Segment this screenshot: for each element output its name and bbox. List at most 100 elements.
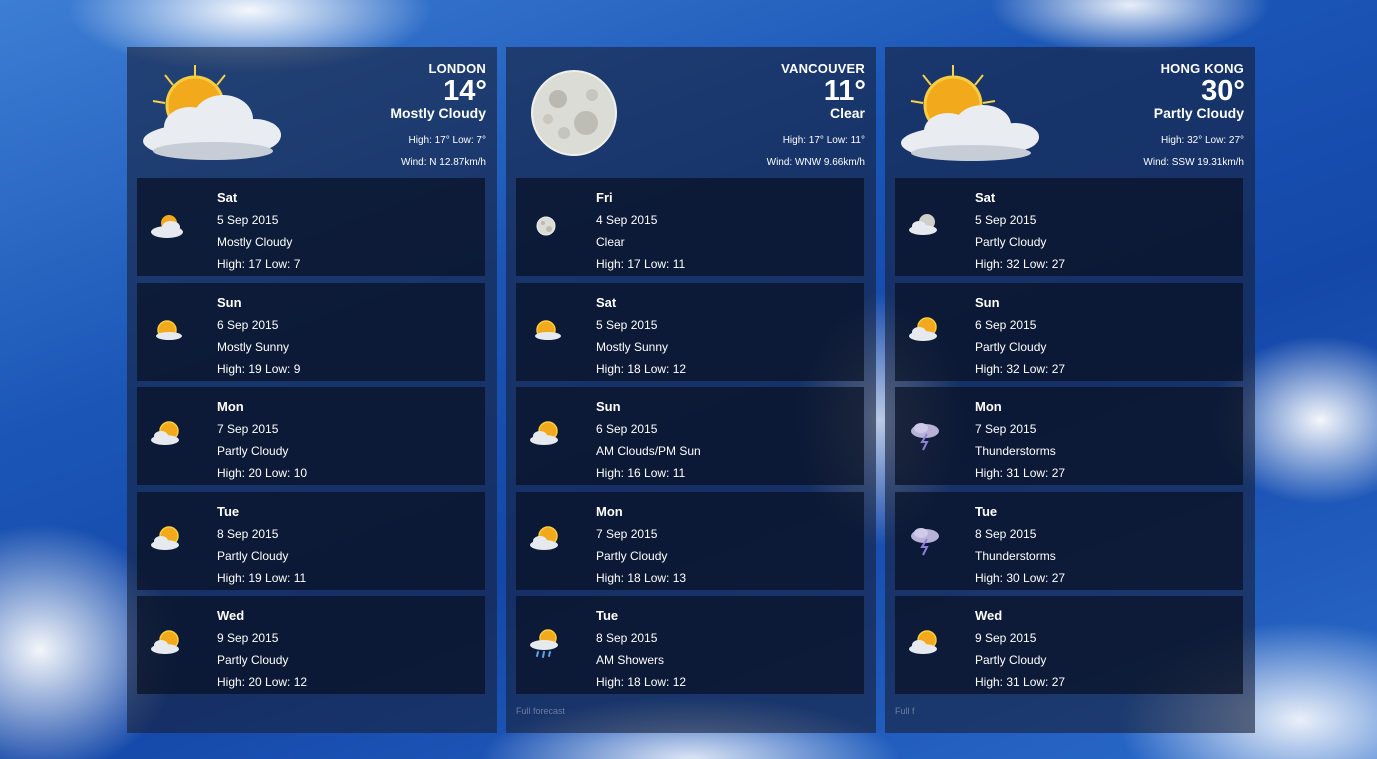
forecast-day-name: Sat: [975, 190, 996, 205]
forecast-day: Fri 4 Sep 2015 Clear High: 17 Low: 11: [516, 178, 864, 276]
current-condition: Mostly Cloudy: [390, 105, 486, 121]
partly-cloudy-icon: [909, 317, 937, 341]
forecast-day-name: Tue: [596, 608, 619, 623]
forecast-date: 8 Sep 2015: [217, 527, 279, 541]
forecast-high-low: High: 20 Low: 10: [217, 466, 308, 480]
forecast-high-low: High: 32 Low: 27: [975, 257, 1066, 271]
forecast-date: 7 Sep 2015: [975, 422, 1037, 436]
forecast-date: 8 Sep 2015: [975, 527, 1037, 541]
current-temperature: 30°: [1201, 75, 1245, 107]
forecast-day: Wed 9 Sep 2015 Partly Cloudy High: 20 Lo…: [137, 596, 485, 694]
forecast-date: 5 Sep 2015: [596, 318, 658, 332]
forecast-day-name: Sat: [217, 190, 238, 205]
forecast-date: 4 Sep 2015: [596, 213, 658, 227]
current-temperature: 14°: [443, 75, 487, 107]
forecast-date: 9 Sep 2015: [217, 631, 279, 645]
moon-icon: [531, 70, 617, 156]
forecast-day: Sat 5 Sep 2015 Mostly Sunny High: 18 Low…: [516, 283, 864, 381]
forecast-high-low: High: 20 Low: 12: [217, 675, 308, 689]
forecast-day-name: Tue: [217, 504, 240, 519]
forecast-date: 6 Sep 2015: [975, 318, 1037, 332]
forecast-condition: Clear: [596, 235, 625, 249]
forecast-day: Sat 5 Sep 2015 Partly Cloudy High: 32 Lo…: [895, 178, 1243, 276]
current-condition: Clear: [829, 105, 865, 121]
forecast-day-name: Mon: [596, 504, 623, 519]
forecast-high-low: High: 18 Low: 12: [596, 362, 687, 376]
forecast-day-name: Sun: [596, 399, 621, 414]
thunderstorm-icon: [911, 528, 939, 556]
forecast-day-name: Wed: [217, 608, 245, 623]
partly-cloudy-icon: [909, 630, 937, 654]
partly-cloudy-icon: [151, 526, 179, 550]
forecast-day-name: Fri: [596, 190, 613, 205]
forecast-day-name: Wed: [975, 608, 1003, 623]
forecast-condition: Partly Cloudy: [217, 653, 289, 667]
forecast-date: 6 Sep 2015: [217, 318, 279, 332]
forecast-day-name: Sun: [217, 295, 242, 310]
forecast-condition: Thunderstorms: [975, 444, 1056, 458]
forecast-condition: Thunderstorms: [975, 549, 1056, 563]
forecast-day: Tue 8 Sep 2015 Thunderstorms High: 30 Lo…: [895, 492, 1243, 590]
forecast-day: Mon 7 Sep 2015 Partly Cloudy High: 18 Lo…: [516, 492, 864, 590]
forecast-condition: Partly Cloudy: [975, 653, 1047, 667]
current-conditions: VANCOUVER 11° Clear High: 17° Low: 11° W…: [506, 47, 876, 178]
current-wind: Wind: N 12.87km/h: [400, 157, 486, 168]
full-forecast-link[interactable]: Full forecast: [516, 706, 565, 716]
forecast-high-low: High: 31 Low: 27: [975, 675, 1066, 689]
forecast-date: 5 Sep 2015: [217, 213, 279, 227]
forecast-day: Wed 9 Sep 2015 Partly Cloudy High: 31 Lo…: [895, 596, 1243, 694]
current-temperature: 11°: [823, 75, 866, 107]
city-panel-london: LONDON 14° Mostly Cloudy High: 17° Low: …: [127, 47, 497, 733]
partly-cloudy-night-icon: [909, 214, 937, 235]
partly-cloudy-icon: [530, 421, 558, 445]
forecast-day: Sun 6 Sep 2015 AM Clouds/PM Sun High: 16…: [516, 387, 864, 485]
partly-cloudy-icon: [530, 526, 558, 550]
forecast-date: 9 Sep 2015: [975, 631, 1037, 645]
forecast-day: Mon 7 Sep 2015 Thunderstorms High: 31 Lo…: [895, 387, 1243, 485]
partly-cloudy-icon: [901, 65, 1039, 161]
forecast-day: Tue 8 Sep 2015 Partly Cloudy High: 19 Lo…: [137, 492, 485, 590]
forecast-condition: Partly Cloudy: [975, 235, 1047, 249]
forecast-high-low: High: 19 Low: 11: [217, 571, 307, 585]
partly-cloudy-icon: [151, 421, 179, 445]
forecast-condition: Partly Cloudy: [217, 549, 289, 563]
current-high-low: High: 32° Low: 27°: [1160, 135, 1244, 146]
forecast-date: 5 Sep 2015: [975, 213, 1037, 227]
full-forecast-link[interactable]: Full f: [895, 706, 915, 716]
city-panel-hong-kong: HONG KONG 30° Partly Cloudy High: 32° Lo…: [885, 47, 1255, 733]
city-panel-vancouver: VANCOUVER 11° Clear High: 17° Low: 11° W…: [506, 47, 876, 733]
current-conditions: HONG KONG 30° Partly Cloudy High: 32° Lo…: [885, 47, 1255, 178]
forecast-high-low: High: 18 Low: 13: [596, 571, 687, 585]
forecast-date: 6 Sep 2015: [596, 422, 658, 436]
thunderstorm-icon: [911, 423, 939, 451]
forecast-high-low: High: 17 Low: 7: [217, 257, 301, 271]
current-condition: Partly Cloudy: [1153, 105, 1244, 121]
forecast-date: 7 Sep 2015: [596, 527, 658, 541]
forecast-high-low: High: 30 Low: 27: [975, 571, 1066, 585]
current-high-low: High: 17° Low: 7°: [408, 135, 487, 146]
forecast-condition: AM Showers: [596, 653, 665, 667]
current-high-low: High: 17° Low: 11°: [782, 135, 865, 146]
forecast-high-low: High: 32 Low: 27: [975, 362, 1066, 376]
forecast-day-name: Mon: [217, 399, 244, 414]
forecast-day: Tue 8 Sep 2015 AM Showers High: 18 Low: …: [516, 596, 864, 694]
forecast-date: 7 Sep 2015: [217, 422, 279, 436]
forecast-day: Sun 6 Sep 2015 Mostly Sunny High: 19 Low…: [137, 283, 485, 381]
forecast-condition: AM Clouds/PM Sun: [596, 444, 701, 458]
showers-icon: [530, 629, 558, 658]
forecast-day-name: Mon: [975, 399, 1002, 414]
moon-icon: [536, 216, 556, 236]
forecast-condition: Mostly Cloudy: [217, 235, 293, 249]
current-conditions: LONDON 14° Mostly Cloudy High: 17° Low: …: [127, 47, 497, 178]
forecast-day-name: Tue: [975, 504, 998, 519]
forecast-condition: Mostly Sunny: [596, 340, 669, 354]
forecast-day-name: Sat: [596, 295, 617, 310]
forecast-condition: Partly Cloudy: [596, 549, 668, 563]
forecast-day: Mon 7 Sep 2015 Partly Cloudy High: 20 Lo…: [137, 387, 485, 485]
forecast-high-low: High: 18 Low: 12: [596, 675, 687, 689]
forecast-high-low: High: 17 Low: 11: [596, 257, 686, 271]
mostly-cloudy-icon: [151, 215, 183, 238]
forecast-high-low: High: 31 Low: 27: [975, 466, 1066, 480]
forecast-day: Sun 6 Sep 2015 Partly Cloudy High: 32 Lo…: [895, 283, 1243, 381]
forecast-condition: Partly Cloudy: [217, 444, 289, 458]
